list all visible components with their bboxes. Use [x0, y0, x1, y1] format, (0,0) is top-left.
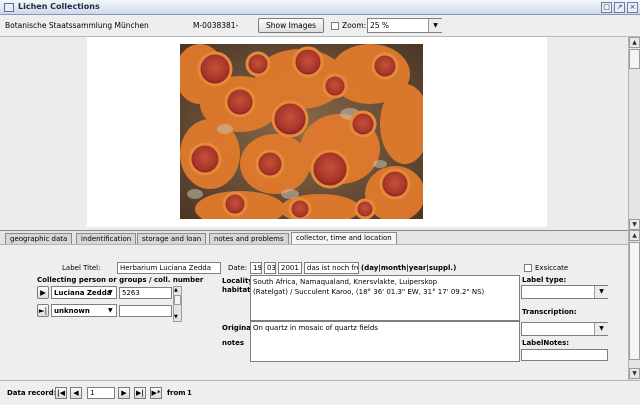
new-record-icon[interactable]: ▶* — [150, 387, 162, 399]
collectors-scrollbar[interactable]: ▲ ▼ — [173, 286, 182, 322]
scroll-up-icon[interactable]: ▲ — [174, 287, 178, 293]
original-caption: Original — [222, 324, 254, 332]
date-year-input[interactable]: 2001 — [278, 262, 302, 274]
chevron-down-icon[interactable]: ▼ — [108, 289, 113, 296]
record-navigation: Data record: |◀ ◀ 1 ▶ ▶| ▶* from 1 — [0, 380, 640, 405]
app-icon — [4, 3, 14, 12]
collecting-caption: Collecting person or groups / coll. numb… — [37, 276, 204, 284]
last-record-icon[interactable]: ▶| — [134, 387, 146, 399]
total-records: 1 — [187, 389, 192, 397]
locality-caption: Locality — [222, 277, 253, 285]
record-header: Botanische Staatssammlung München M-0038… — [0, 15, 640, 37]
title-bar: Lichen Collections □ ↗ × — [0, 0, 640, 15]
chevron-down-icon[interactable]: ▼ — [108, 307, 113, 314]
zoom-checkbox[interactable] — [331, 22, 339, 30]
collector2-name: unknown — [54, 307, 90, 315]
institution-name: Botanische Staatssammlung München — [5, 21, 149, 30]
transcription-select[interactable]: ▼ — [521, 322, 608, 336]
date-month-input[interactable]: 03 — [264, 262, 276, 274]
date-format-hint: (day|month|year|suppl.) — [361, 264, 457, 272]
scroll-down-icon[interactable]: ▼ — [629, 219, 640, 230]
maximize-icon[interactable]: ↗ — [614, 2, 625, 13]
zoom-value: 25 % — [370, 21, 390, 30]
transcription-caption: Transcription: — [522, 308, 577, 316]
label-type-select[interactable]: ▼ — [521, 285, 608, 299]
specimen-photo — [180, 44, 423, 219]
chevron-down-icon[interactable]: ▼ — [428, 19, 442, 32]
date-caption: Date: — [228, 264, 248, 272]
from-label: from — [167, 389, 186, 397]
label-notes-caption: LabelNotes: — [522, 339, 570, 347]
collector2-number-input[interactable] — [119, 305, 172, 317]
label-title-input[interactable]: Herbarium Luciana Zedda — [117, 262, 221, 274]
zoom-select[interactable]: 25 % ▼ — [367, 18, 442, 33]
notes-caption: notes — [222, 339, 245, 347]
scroll-thumb[interactable] — [629, 49, 640, 69]
locality-line-2: (Ratelgat) / Succulent Karoo, (18° 36' 0… — [253, 288, 485, 296]
window-title: Lichen Collections — [18, 2, 100, 11]
image-viewer: ▲ ▼ — [0, 37, 640, 230]
previous-record-icon[interactable]: ◀ — [70, 387, 82, 399]
play-next-icon[interactable]: ►| — [37, 304, 49, 317]
scroll-down-icon[interactable]: ▼ — [174, 314, 178, 320]
next-record-icon[interactable]: ▶ — [118, 387, 130, 399]
data-record-label: Data record: — [7, 389, 57, 397]
original-notes-text: On quartz in mosaic of quartz fields — [253, 324, 378, 332]
first-record-icon[interactable]: |◀ — [55, 387, 67, 399]
collector-form: Label Titel: Herbarium Luciana Zedda Dat… — [0, 244, 628, 380]
image-vertical-scrollbar[interactable]: ▲ ▼ — [628, 37, 640, 230]
scroll-down-icon[interactable]: ▼ — [629, 368, 640, 379]
form-vertical-scrollbar[interactable]: ▲ ▼ — [628, 230, 640, 380]
collector1-number-input[interactable]: 5263 — [119, 287, 172, 299]
show-images-button[interactable]: Show Images — [258, 18, 324, 33]
collector1-select[interactable]: Luciana Zedda ▼ — [51, 286, 117, 299]
locality-line-1: South Africa, Namaqualand, Knersvlakte, … — [253, 278, 438, 286]
zoom-label: Zoom: — [342, 21, 367, 30]
habitat-caption: habitat: — [222, 286, 254, 294]
scroll-thumb[interactable] — [174, 295, 181, 305]
collector2-select[interactable]: unknown ▼ — [51, 304, 117, 317]
original-notes-textarea[interactable]: On quartz in mosaic of quartz fields — [250, 321, 520, 362]
chevron-down-icon[interactable]: ▼ — [594, 323, 608, 335]
label-title-caption: Label Titel: — [62, 264, 101, 272]
restore-icon[interactable]: □ — [601, 2, 612, 13]
tab-bar: geographic data indentification storage … — [0, 230, 628, 246]
play-icon[interactable]: ▶ — [37, 286, 49, 299]
chevron-down-icon[interactable]: ▼ — [594, 286, 608, 298]
scroll-up-icon[interactable]: ▲ — [629, 37, 640, 48]
exsiccate-checkbox[interactable] — [524, 264, 532, 272]
scroll-up-icon[interactable]: ▲ — [629, 230, 640, 241]
exsiccate-label: Exsiccate — [535, 264, 569, 272]
date-suppl-input[interactable]: das ist noch frei — [304, 262, 359, 274]
date-day-input[interactable]: 19 — [250, 262, 262, 274]
current-record-input[interactable]: 1 — [87, 387, 115, 399]
record-id: M-0038381- — [193, 21, 239, 30]
locality-habitat-textarea[interactable]: South Africa, Namaqualand, Knersvlakte, … — [250, 275, 520, 321]
label-type-caption: Label type: — [522, 276, 567, 284]
collector1-name: Luciana Zedda — [54, 289, 112, 297]
close-icon[interactable]: × — [627, 2, 638, 13]
scroll-thumb[interactable] — [629, 242, 640, 360]
label-notes-input[interactable] — [521, 349, 608, 361]
